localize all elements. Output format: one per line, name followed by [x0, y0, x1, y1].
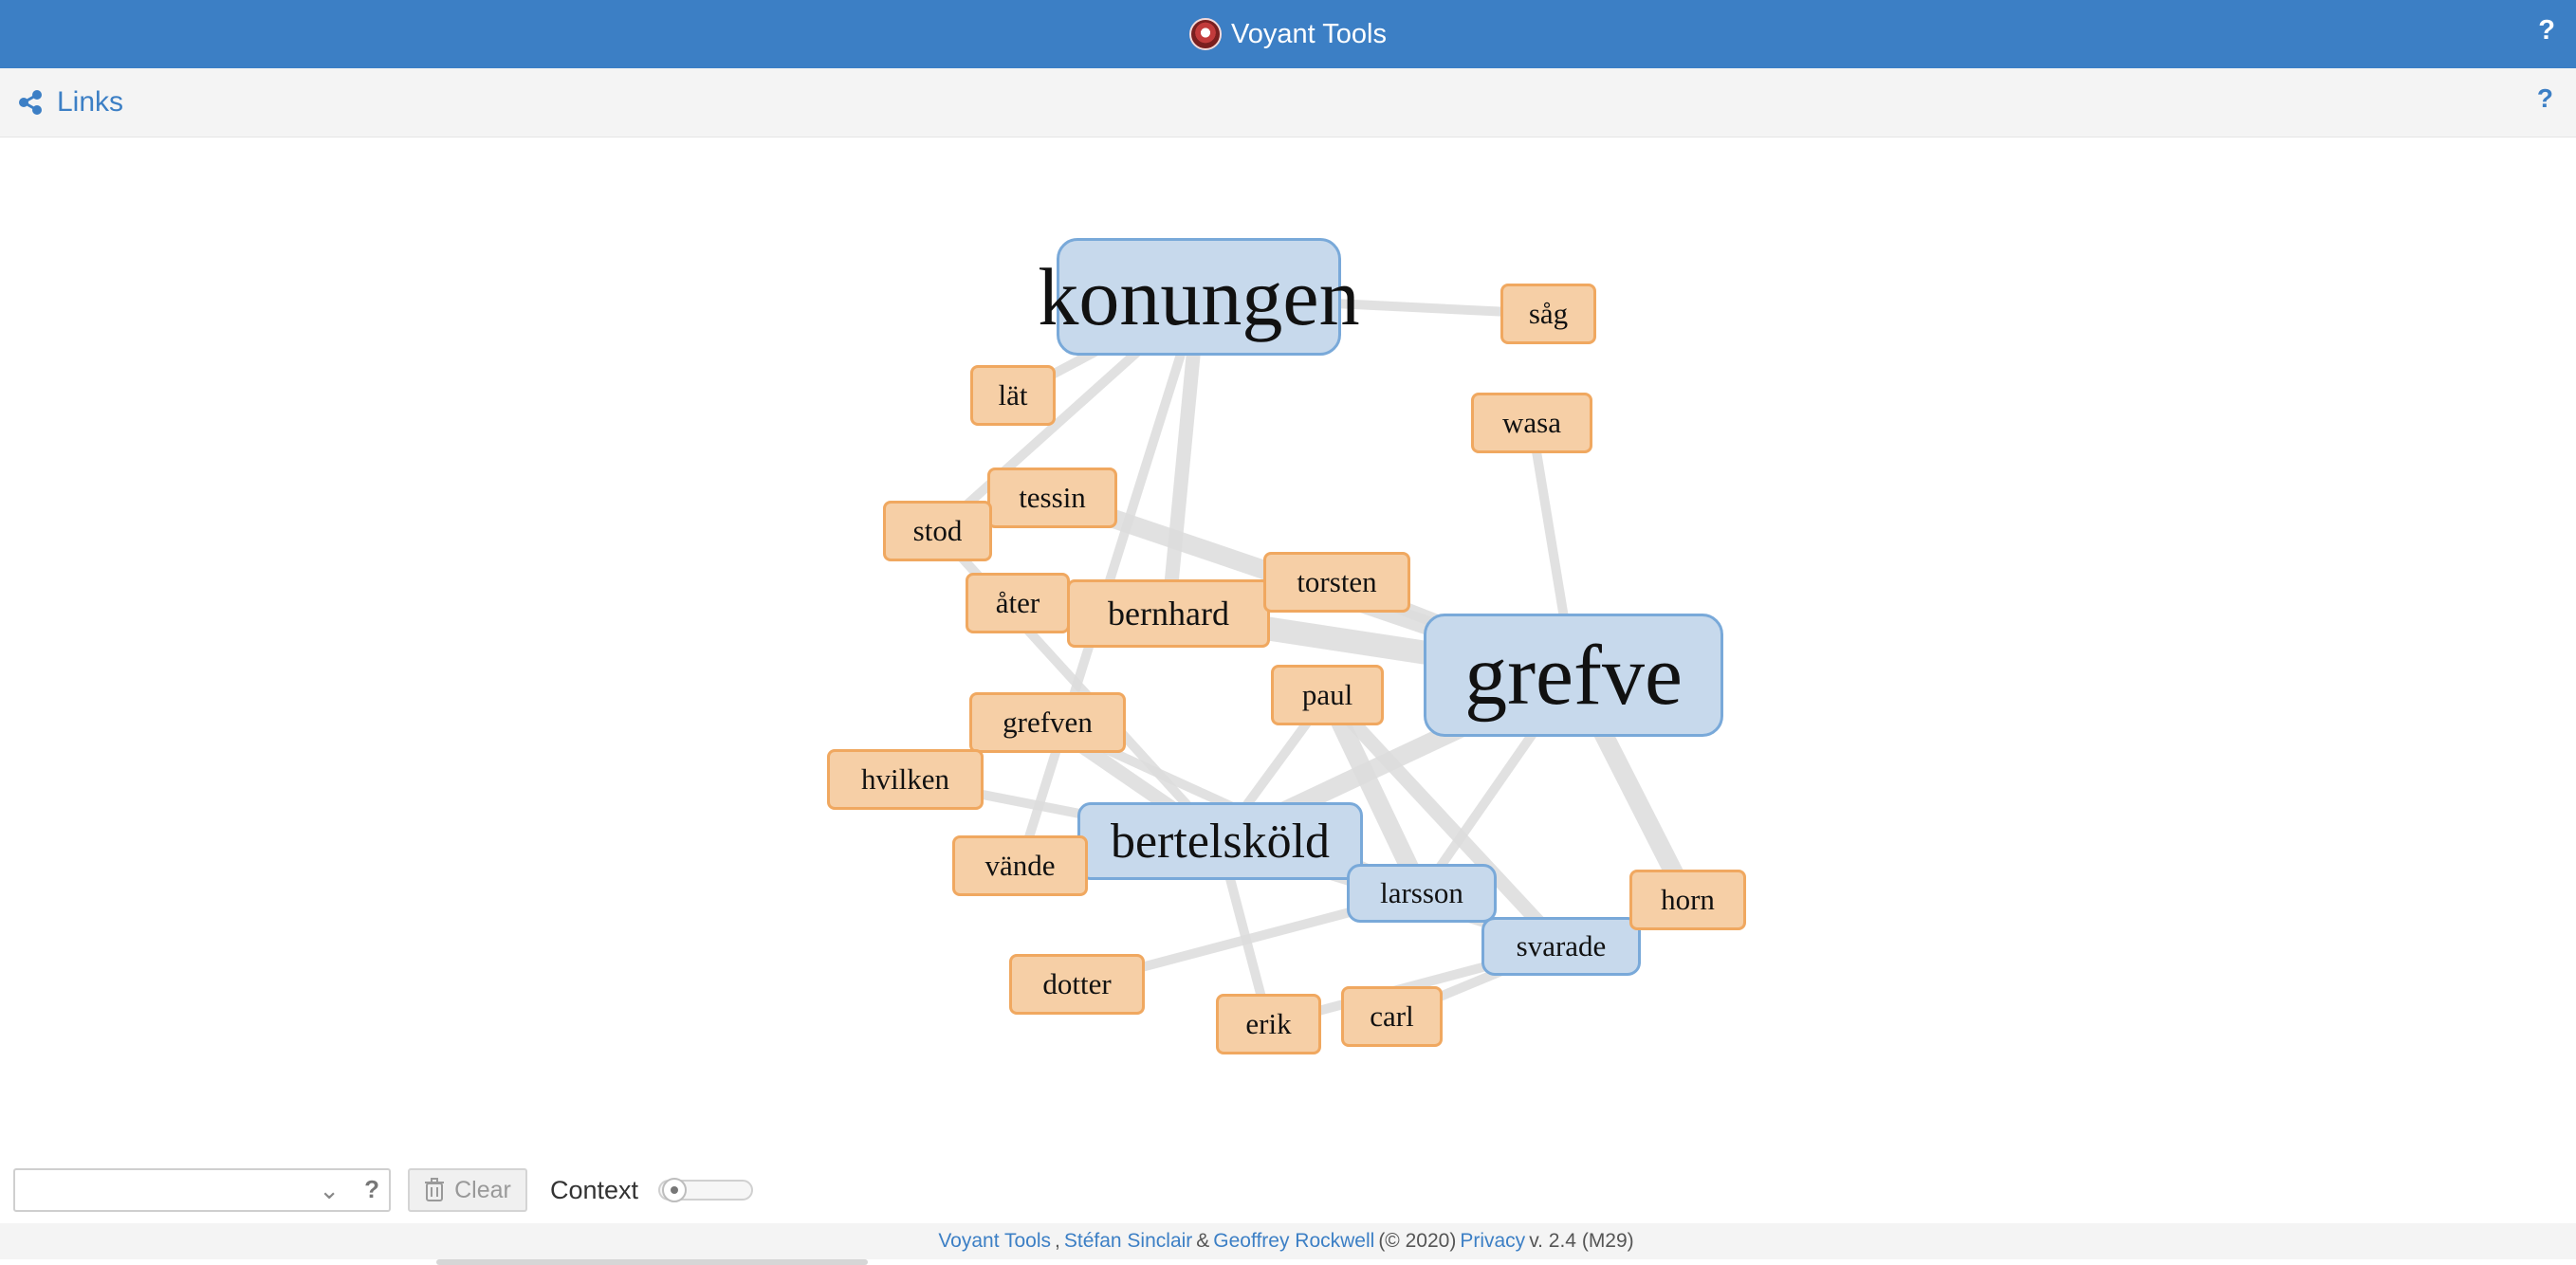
- panel-header: Links: [0, 68, 2576, 138]
- context-label: Context: [550, 1175, 639, 1204]
- context-slider[interactable]: [658, 1178, 753, 1202]
- app-help-icon[interactable]: ?: [2538, 15, 2555, 46]
- graph-node-bertelskold[interactable]: bertelsköld: [1077, 802, 1363, 880]
- links-graph[interactable]: konungen grefve bertelsköld larsson svarade s…: [0, 138, 2576, 1157]
- graph-node-ater[interactable]: åter: [966, 573, 1070, 633]
- voyant-logo-icon: [1189, 18, 1223, 50]
- graph-node-bernhard[interactable]: bernhard: [1067, 579, 1270, 648]
- graph-node-erik[interactable]: erik: [1216, 994, 1321, 1054]
- share-links-icon: [19, 90, 42, 115]
- graph-node-horn[interactable]: horn: [1629, 870, 1746, 930]
- footer-author-rockwell[interactable]: Geoffrey Rockwell: [1213, 1230, 1374, 1253]
- graph-node-hvilken[interactable]: hvilken: [827, 749, 984, 810]
- app-title-text: Voyant Tools: [1231, 18, 1387, 49]
- chevron-down-icon[interactable]: ⌄: [319, 1176, 340, 1205]
- graph-node-tessin[interactable]: tessin: [987, 468, 1117, 528]
- search-help-icon[interactable]: ?: [364, 1175, 379, 1204]
- graph-node-wasa[interactable]: wasa: [1471, 393, 1592, 453]
- horizontal-scrollbar[interactable]: [436, 1259, 868, 1265]
- graph-node-svarade[interactable]: svarade: [1481, 917, 1641, 976]
- footer-separator: ,: [1055, 1230, 1060, 1252]
- footer-ampersand: &: [1196, 1230, 1210, 1252]
- term-search-input[interactable]: [21, 1174, 309, 1208]
- graph-node-larsson[interactable]: larsson: [1347, 864, 1497, 923]
- app-title: Voyant Tools: [0, 0, 2576, 68]
- footer-voyant-link[interactable]: Voyant Tools: [938, 1230, 1051, 1253]
- graph-node-dotter[interactable]: dotter: [1009, 954, 1145, 1015]
- trash-icon: [425, 1178, 445, 1201]
- footer-copyright: (© 2020): [1378, 1230, 1457, 1252]
- bottom-toolbar: ⌄ ? Clear Context: [0, 1159, 2576, 1221]
- footer: Voyant Tools , Stéfan Sinclair & Geoffre…: [0, 1223, 2576, 1259]
- graph-node-stod[interactable]: stod: [883, 501, 992, 561]
- term-search-combo[interactable]: ⌄ ?: [13, 1168, 391, 1212]
- graph-node-grefven[interactable]: grefven: [969, 692, 1126, 753]
- graph-node-konungen[interactable]: konungen: [1038, 238, 1360, 356]
- graph-node-vande[interactable]: vände: [952, 835, 1088, 896]
- graph-node-carl[interactable]: carl: [1341, 986, 1443, 1047]
- context-slider-thumb[interactable]: [662, 1178, 687, 1202]
- footer-author-sinclair[interactable]: Stéfan Sinclair: [1064, 1230, 1192, 1253]
- clear-button[interactable]: Clear: [408, 1168, 527, 1212]
- clear-button-label: Clear: [454, 1176, 511, 1203]
- footer-version: v. 2.4 (M29): [1529, 1230, 1634, 1252]
- footer-privacy-link[interactable]: Privacy: [1460, 1230, 1525, 1253]
- panel-help-icon[interactable]: ?: [2537, 83, 2553, 114]
- graph-node-torsten[interactable]: torsten: [1263, 552, 1410, 613]
- graph-node-grefve[interactable]: grefve: [1424, 614, 1723, 737]
- graph-node-lat[interactable]: lät: [970, 365, 1056, 426]
- graph-node-paul[interactable]: paul: [1271, 665, 1384, 725]
- panel-title-text: Links: [57, 86, 124, 118]
- panel-title[interactable]: Links: [17, 68, 123, 137]
- graph-node-sag[interactable]: såg: [1500, 284, 1596, 344]
- app-header: Voyant Tools ?: [0, 0, 2576, 68]
